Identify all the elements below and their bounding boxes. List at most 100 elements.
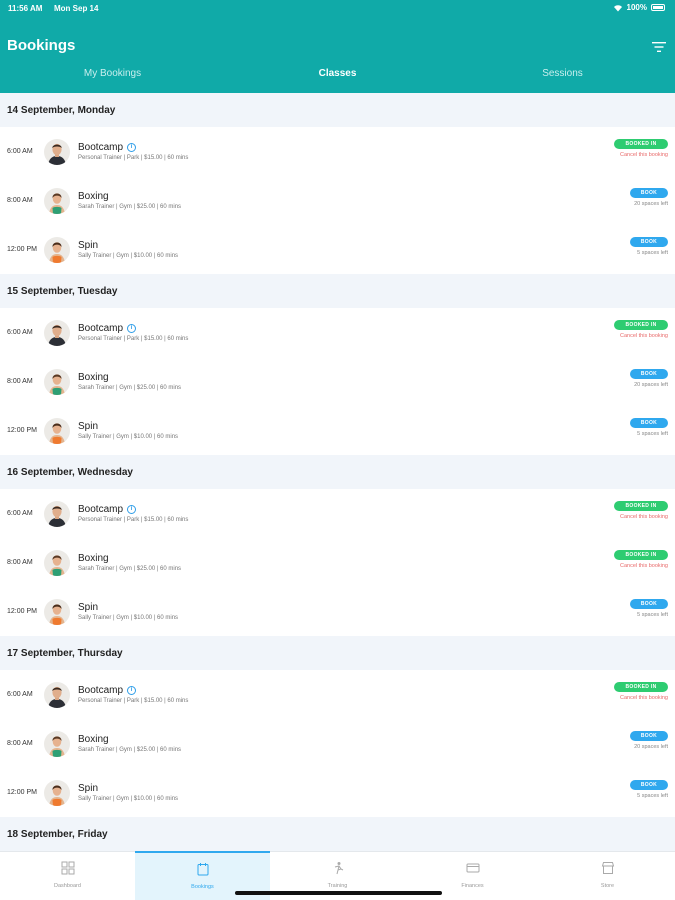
book-button[interactable]: BOOK xyxy=(630,599,668,609)
booking-action: BOOK 5 spaces left xyxy=(630,599,668,618)
class-row[interactable]: 12:00 PM Spin Sally Trainer | Gym | $10.00… xyxy=(0,768,675,817)
booked-in-badge[interactable]: BOOKED IN xyxy=(614,139,668,149)
cancel-booking-link[interactable]: Cancel this booking xyxy=(620,333,668,339)
class-time: 6:00 AM xyxy=(7,510,33,517)
class-row[interactable]: 12:00 PM Spin Sally Trainer | Gym | $10.00… xyxy=(0,406,675,455)
class-title: Spin xyxy=(78,421,99,432)
day-header: 14 September, Monday xyxy=(0,93,675,127)
cancel-booking-link[interactable]: Cancel this booking xyxy=(620,152,668,158)
class-details: Sally Trainer | Gym | $10.00 | 60 mins xyxy=(78,796,179,802)
class-list[interactable]: 14 September, Monday 6:00 AM Bootcamp i Pers… xyxy=(0,93,675,851)
book-button[interactable]: BOOK xyxy=(630,237,668,247)
nav-label: Dashboard xyxy=(54,883,81,889)
spaces-left: 5 spaces left xyxy=(637,250,668,256)
booking-action: BOOK 20 spaces left xyxy=(630,369,668,388)
status-date: Mon Sep 14 xyxy=(54,4,99,13)
spaces-left: 20 spaces left xyxy=(634,201,668,207)
booked-in-badge[interactable]: BOOKED IN xyxy=(614,550,668,560)
class-row[interactable]: 8:00 AM Boxing Sarah Trainer | Gym | $25.0… xyxy=(0,357,675,406)
class-time: 8:00 AM xyxy=(7,378,33,385)
class-info: Boxing Sarah Trainer | Gym | $25.00 | 60 … xyxy=(78,734,675,753)
trainer-avatar xyxy=(44,319,70,346)
tab-classes[interactable]: Classes xyxy=(225,68,450,86)
class-details: Sarah Trainer | Gym | $25.00 | 60 mins xyxy=(78,566,182,572)
class-info: Spin Sally Trainer | Gym | $10.00 | 60 mi… xyxy=(78,421,675,440)
booking-action: BOOKED IN Cancel this booking xyxy=(614,320,668,339)
class-info: Spin Sally Trainer | Gym | $10.00 | 60 mi… xyxy=(78,602,675,621)
class-row[interactable]: 6:00 AM Bootcamp i Personal Trainer | Park … xyxy=(0,670,675,719)
nav-dashboard[interactable]: Dashboard xyxy=(0,852,135,900)
class-info: Bootcamp i Personal Trainer | Park | $15.0… xyxy=(78,323,675,342)
class-row[interactable]: 12:00 PM Spin Sally Trainer | Gym | $10.00… xyxy=(0,225,675,274)
cancel-booking-link[interactable]: Cancel this booking xyxy=(620,563,668,569)
class-row[interactable]: 8:00 AM Boxing Sarah Trainer | Gym | $25.0… xyxy=(0,719,675,768)
class-title: Bootcamp xyxy=(78,504,124,515)
nav-label: Training xyxy=(327,883,348,889)
trainer-avatar xyxy=(44,598,70,625)
booking-action: BOOKED IN Cancel this booking xyxy=(614,139,668,158)
nav-label: Bookings xyxy=(191,884,214,890)
spaces-left: 5 spaces left xyxy=(637,793,668,799)
tab-my-bookings[interactable]: My Bookings xyxy=(0,68,225,86)
class-time: 8:00 AM xyxy=(7,197,33,204)
class-title-line: Bootcamp i xyxy=(78,685,675,696)
class-row[interactable]: 6:00 AM Bootcamp i Personal Trainer | Park … xyxy=(0,308,675,357)
trainer-avatar xyxy=(44,779,70,806)
book-button[interactable]: BOOK xyxy=(630,731,668,741)
booked-in-badge[interactable]: BOOKED IN xyxy=(614,682,668,692)
book-button[interactable]: BOOK xyxy=(630,418,668,428)
trainer-avatar xyxy=(44,417,70,444)
class-time: 6:00 AM xyxy=(7,148,33,155)
info-icon[interactable]: i xyxy=(127,143,137,152)
class-title-line: Boxing xyxy=(78,734,675,745)
filter-icon[interactable] xyxy=(652,40,666,52)
booking-action: BOOK 5 spaces left xyxy=(630,780,668,799)
class-time: 8:00 AM xyxy=(7,740,33,747)
class-time: 12:00 PM xyxy=(7,789,37,796)
class-title: Spin xyxy=(78,240,99,251)
class-title: Boxing xyxy=(78,191,109,202)
info-icon[interactable]: i xyxy=(127,686,137,695)
booking-action: BOOKED IN Cancel this booking xyxy=(614,682,668,701)
booking-action: BOOKED IN Cancel this booking xyxy=(614,550,668,569)
info-icon[interactable]: i xyxy=(127,324,137,333)
class-title: Boxing xyxy=(78,553,109,564)
trainer-avatar xyxy=(44,549,70,576)
class-row[interactable]: 6:00 AM Bootcamp i Personal Trainer | Park … xyxy=(0,489,675,538)
class-details: Personal Trainer | Park | $15.00 | 60 mi… xyxy=(78,336,189,342)
class-title-line: Spin xyxy=(78,421,675,432)
class-info: Boxing Sarah Trainer | Gym | $25.00 | 60 … xyxy=(78,553,675,572)
class-title-line: Boxing xyxy=(78,191,675,202)
info-icon[interactable]: i xyxy=(127,505,137,514)
class-time: 12:00 PM xyxy=(7,427,37,434)
class-details: Sarah Trainer | Gym | $25.00 | 60 mins xyxy=(78,204,182,210)
class-row[interactable]: 8:00 AM Boxing Sarah Trainer | Gym | $25.0… xyxy=(0,176,675,225)
class-details: Sarah Trainer | Gym | $25.00 | 60 mins xyxy=(78,747,182,753)
book-button[interactable]: BOOK xyxy=(630,780,668,790)
class-row[interactable]: 8:00 AM Boxing Sarah Trainer | Gym | $25.0… xyxy=(0,538,675,587)
class-details: Personal Trainer | Park | $15.00 | 60 mi… xyxy=(78,698,189,704)
class-info: Boxing Sarah Trainer | Gym | $25.00 | 60 … xyxy=(78,372,675,391)
class-title: Bootcamp xyxy=(78,685,124,696)
tab-sessions[interactable]: Sessions xyxy=(450,68,675,86)
booked-in-badge[interactable]: BOOKED IN xyxy=(614,501,668,511)
cancel-booking-link[interactable]: Cancel this booking xyxy=(620,514,668,520)
class-details: Personal Trainer | Park | $15.00 | 60 mi… xyxy=(78,155,189,161)
class-info: Boxing Sarah Trainer | Gym | $25.00 | 60 … xyxy=(78,191,675,210)
class-info: Bootcamp i Personal Trainer | Park | $15.0… xyxy=(78,685,675,704)
booked-in-badge[interactable]: BOOKED IN xyxy=(614,320,668,330)
calendar-icon xyxy=(196,862,210,881)
class-title-line: Spin xyxy=(78,602,675,613)
book-button[interactable]: BOOK xyxy=(630,188,668,198)
battery-icon xyxy=(651,4,665,11)
cancel-booking-link[interactable]: Cancel this booking xyxy=(620,695,668,701)
book-button[interactable]: BOOK xyxy=(630,369,668,379)
class-row[interactable]: 6:00 AM Bootcamp i Personal Trainer | Park … xyxy=(0,127,675,176)
tab-bar: My Bookings Classes Sessions xyxy=(0,68,675,86)
class-title: Bootcamp xyxy=(78,323,124,334)
nav-store[interactable]: Store xyxy=(540,852,675,900)
class-title: Spin xyxy=(78,602,99,613)
class-row[interactable]: 12:00 PM Spin Sally Trainer | Gym | $10.00… xyxy=(0,587,675,636)
class-title-line: Bootcamp i xyxy=(78,323,675,334)
class-title: Spin xyxy=(78,783,99,794)
